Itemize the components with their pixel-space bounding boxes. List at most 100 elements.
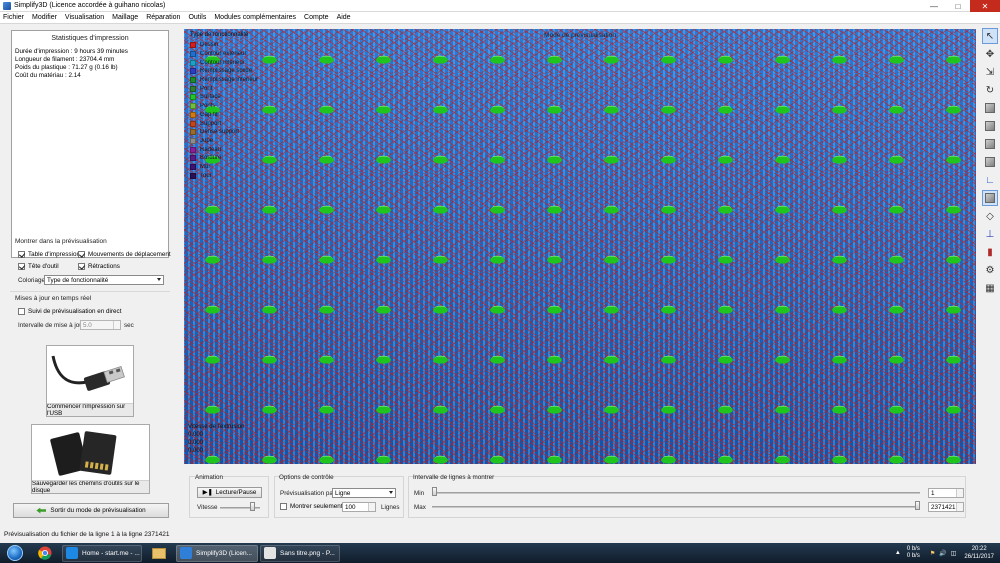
legend-swatch	[190, 59, 196, 66]
network-speed: 0 b/s 0 b/s	[906, 546, 920, 559]
menu-outils[interactable]: Outils	[188, 14, 206, 21]
scale-icon[interactable]: ⇲	[982, 64, 998, 80]
interval-label: Intervalle de mise à jour	[18, 322, 85, 329]
chevron-down-icon	[389, 491, 393, 494]
coloring-select[interactable]: Type de fonctionnalité	[44, 275, 164, 285]
maximize-button[interactable]: □	[946, 0, 970, 12]
task-simplify3d[interactable]: Simplify3D (Licen...	[176, 544, 258, 562]
line-min-slider[interactable]	[432, 492, 920, 494]
menu-visualisation[interactable]: Visualisation	[65, 14, 104, 21]
menu-reparation[interactable]: Réparation	[146, 14, 180, 21]
axes-icon[interactable]: ∟	[982, 172, 998, 188]
checkbox[interactable]	[18, 308, 25, 315]
checkbox[interactable]	[78, 251, 85, 258]
check-live-preview[interactable]: Suivi de prévisualisation en direct	[18, 308, 121, 315]
print-usb-button[interactable]: Commencer l'impression sur l'USB	[46, 345, 134, 417]
file-explorer-icon[interactable]	[144, 544, 174, 562]
view-side-icon[interactable]	[982, 154, 998, 170]
rotate-icon[interactable]: ↻	[982, 82, 998, 98]
check-show-only[interactable]: Montrer seulement	[280, 503, 343, 510]
solid-view-icon[interactable]	[982, 190, 998, 206]
spin-buttons[interactable]	[956, 503, 963, 511]
animation-speed-handle[interactable]	[249, 502, 255, 511]
menu-aide[interactable]: Aide	[337, 14, 351, 21]
line-min-handle[interactable]	[432, 487, 437, 496]
menu-maillage[interactable]: Maillage	[112, 14, 138, 21]
legend-label: Contour intérieur	[200, 59, 245, 66]
speed-line: 0.000	[188, 448, 204, 454]
play-pause-button[interactable]: ▶❚ Lecture/Pause	[197, 487, 262, 498]
checkbox[interactable]	[18, 251, 25, 258]
wireframe-icon[interactable]: ◇	[982, 208, 998, 224]
spin-buttons[interactable]	[113, 321, 120, 329]
legend-item: Bordure	[190, 154, 280, 163]
legend-swatch	[190, 85, 196, 92]
gear-icon[interactable]: ⚙	[982, 262, 998, 278]
legend-label: Remplissage intérieur	[200, 77, 259, 84]
minimize-button[interactable]: —	[922, 0, 946, 12]
bed-icon[interactable]: ▦	[982, 280, 998, 296]
task-ie[interactable]: Home - start.me - ...	[62, 544, 142, 562]
save-toolpaths-button[interactable]: Sauvegarder les chemins d'outils sur le …	[31, 424, 150, 494]
menu-modifier[interactable]: Modifier	[32, 14, 57, 21]
legend-label: Dessin	[200, 42, 219, 49]
check-travel-moves[interactable]: Mouvements de déplacement	[78, 251, 171, 258]
legend-label: Jupe	[200, 137, 214, 144]
view-top-icon[interactable]	[982, 136, 998, 152]
check-print-bed[interactable]: Table d'impression	[18, 251, 80, 258]
show-only-unit: Lignes	[381, 504, 400, 511]
checkbox[interactable]	[280, 503, 287, 510]
preview-by-select[interactable]: Ligne	[332, 488, 396, 498]
menu-modules[interactable]: Modules complémentaires	[214, 14, 296, 21]
stat-plastic-weight: Poids du plastique : 71.27 g (0.16 lb)	[15, 64, 118, 71]
usb-cable-icon	[47, 346, 133, 404]
line-min-input[interactable]: 1	[928, 488, 964, 498]
volume-icon[interactable]: 🔊	[939, 550, 946, 557]
show-only-lines-input[interactable]: 100	[342, 502, 376, 512]
move-icon[interactable]: ✥	[982, 46, 998, 62]
legend-swatch	[190, 146, 196, 153]
exit-preview-button[interactable]: Sortir du mode de prévisualisation	[13, 503, 169, 518]
interval-spinbox[interactable]: 5.0	[80, 320, 121, 330]
coloring-label: Coloriage	[18, 277, 45, 284]
legend-label: Gap fill	[200, 111, 219, 118]
chevron-down-icon	[157, 278, 161, 281]
line-range-group	[408, 476, 966, 518]
speed-legend: Vitesse de l'extrusion 0.000 0.000 0.000	[188, 423, 244, 455]
legend-title: Type de fonctionnalité	[190, 32, 249, 38]
line-max-input[interactable]: 2371421	[928, 502, 964, 512]
spin-buttons[interactable]	[368, 503, 375, 511]
spin-buttons[interactable]	[956, 489, 963, 497]
checkbox[interactable]	[18, 263, 25, 270]
animation-label: Animation	[195, 474, 224, 481]
check-tool-head[interactable]: Tête d'outil	[18, 263, 59, 270]
legend-item: Contour extérieur	[190, 50, 280, 59]
clock[interactable]: 20:22 26/11/2017	[964, 545, 994, 561]
view-front-icon[interactable]	[982, 118, 998, 134]
cross-section-icon[interactable]: ⊥	[982, 226, 998, 242]
start-button[interactable]	[0, 543, 30, 563]
preview-by-label: Prévisualisation par	[280, 490, 335, 497]
menu-fichier[interactable]: Fichier	[3, 14, 24, 21]
check-retractions[interactable]: Rétractions	[78, 263, 120, 270]
flag-icon[interactable]: ⚑	[930, 550, 935, 557]
view-iso-icon[interactable]	[982, 100, 998, 116]
task-paint[interactable]: Sans titre.png - P...	[260, 544, 340, 562]
show-hidden-icons-icon[interactable]: ▲	[895, 550, 901, 556]
line-max-handle[interactable]	[915, 501, 920, 510]
network-icon[interactable]: ◫	[951, 550, 957, 557]
checkbox[interactable]	[78, 263, 85, 270]
line-max-label: Max	[414, 504, 426, 511]
legend-swatch	[190, 77, 196, 84]
close-button[interactable]: ✕	[970, 0, 1000, 12]
legend-swatch	[190, 94, 196, 101]
preview-viewport[interactable]: Mode de prévisualisation Type de fonctio…	[184, 29, 976, 464]
paint-icon[interactable]: ▮	[982, 244, 998, 260]
realtime-label: Mises à jour en temps réel	[15, 295, 92, 302]
options-label: Options de contrôle	[279, 474, 334, 481]
line-max-slider[interactable]	[432, 506, 920, 508]
title-bar: Simplify3D (Licence accordée à guihano n…	[0, 0, 1000, 12]
select-cursor-icon[interactable]: ↖	[982, 28, 998, 44]
menu-compte[interactable]: Compte	[304, 14, 329, 21]
chrome-icon[interactable]	[30, 544, 60, 562]
